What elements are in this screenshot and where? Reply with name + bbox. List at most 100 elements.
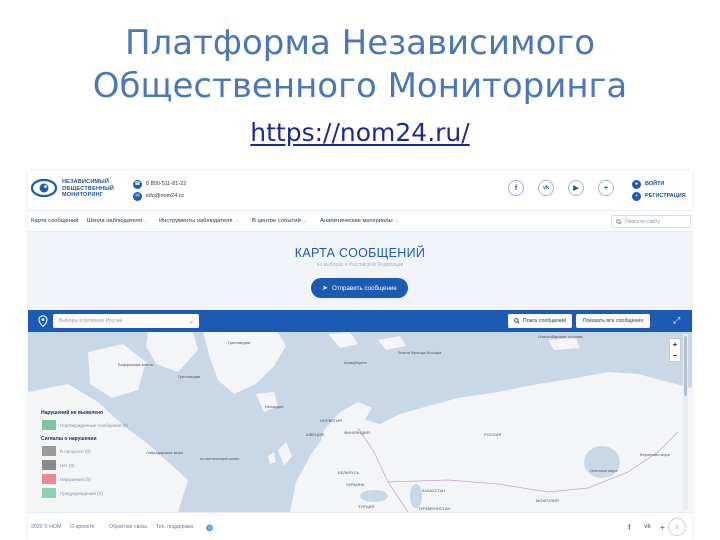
nav-item-events[interactable]: В центре событий ⌄ bbox=[252, 218, 307, 224]
zoom-out-button[interactable]: − bbox=[673, 351, 678, 360]
map-legend: Нарушений не выявлено Подтвержденные соо… bbox=[36, 404, 164, 508]
chevron-down-icon: ⌄ bbox=[394, 218, 399, 224]
legend-swatch bbox=[42, 446, 56, 456]
legend-row[interactable]: Нет (0) bbox=[42, 460, 74, 470]
register-label: РЕГИСТРАЦИЯ bbox=[645, 193, 686, 199]
search-placeholder: Поиск по сайту bbox=[625, 218, 661, 225]
map-label-new-siberian: Новосибирские острова bbox=[538, 334, 583, 339]
footer-link-feedback[interactable]: Обратная связь bbox=[109, 524, 147, 530]
search-messages-button[interactable]: Поиск сообщений bbox=[508, 314, 572, 328]
map-label-bering: Берингово море bbox=[640, 452, 670, 457]
nav-item-school[interactable]: Школа наблюдателя ⌄ bbox=[87, 218, 148, 224]
expand-icon[interactable]: ⤢ bbox=[673, 315, 680, 326]
slide-title-line1: Платформа Независимого bbox=[124, 23, 596, 63]
legend-swatch bbox=[42, 488, 56, 498]
chevron-down-icon: ⌄ bbox=[143, 218, 149, 224]
map-label-atlantic: Атлантический океан bbox=[200, 456, 240, 461]
login-link[interactable]: ● ВОЙТИ bbox=[632, 179, 664, 189]
search-icon bbox=[616, 218, 622, 225]
location-pin-icon[interactable] bbox=[38, 315, 48, 327]
site-search-input[interactable]: Поиск по сайту bbox=[611, 215, 691, 228]
plus-icon[interactable]: + bbox=[660, 523, 665, 532]
login-label: ВОЙТИ bbox=[645, 181, 665, 187]
user-icon: ● bbox=[632, 179, 641, 189]
paper-plane-icon: ➤ bbox=[322, 285, 329, 292]
map-label-belarus: БЕЛАРУСЬ bbox=[338, 470, 360, 475]
nav-item-analytics[interactable]: Аналитические материалы ⌄ bbox=[320, 218, 399, 224]
send-message-label: Отправить сообщение bbox=[332, 284, 397, 292]
map-label-kazakhstan: КАЗАХСТАН bbox=[422, 488, 446, 493]
vk-icon[interactable]: vk bbox=[644, 524, 651, 530]
footer-link-about[interactable]: О проекте bbox=[70, 524, 94, 530]
eye-logo-icon[interactable] bbox=[31, 178, 57, 198]
youtube-icon[interactable]: ▶ bbox=[568, 180, 584, 196]
search-icon bbox=[514, 318, 520, 324]
footer-link-support[interactable]: Тех. поддержка bbox=[156, 524, 193, 530]
facebook-icon[interactable]: f bbox=[508, 180, 524, 196]
nav-item-tools[interactable]: Инструменты наблюдателя ⌄ bbox=[159, 218, 239, 224]
nav-item-label: Школа наблюдателя bbox=[87, 218, 142, 224]
legend-heading-signals: Сигналы о нарушении bbox=[41, 436, 97, 442]
map-scrollbar[interactable] bbox=[683, 334, 688, 510]
vk-icon[interactable]: vk bbox=[538, 180, 554, 196]
map-label-svalbard: Шпицберген bbox=[344, 360, 367, 365]
legend-row[interactable]: Предупреждения (0) bbox=[42, 488, 103, 498]
site-url-link[interactable]: https://nom24.ru/ bbox=[250, 118, 469, 147]
logo-text[interactable]: НЕЗАВИСИМЫЙ ОБЩЕСТВЕННЫЙ МОНИТОРИНГ bbox=[62, 179, 132, 199]
slide-title-line2: Общественного Мониторинга bbox=[92, 66, 628, 106]
map-toolbar: Выборы в регионах России ⌄ Поиск сообщен… bbox=[28, 310, 692, 332]
mail-icon: ✉ bbox=[133, 191, 142, 201]
legend-row[interactable]: В процессе (0) bbox=[42, 446, 90, 456]
facebook-icon[interactable]: f bbox=[628, 523, 631, 532]
region-select[interactable]: Выборы в регионах России ⌄ bbox=[53, 314, 199, 328]
register-link[interactable]: + РЕГИСТРАЦИЯ bbox=[632, 191, 686, 201]
website-screenshot: НЕЗАВИСИМЫЙ ОБЩЕСТВЕННЫЙ МОНИТОРИНГ ☎ 8 … bbox=[28, 170, 692, 540]
register-icon: + bbox=[632, 191, 641, 201]
map-label-ukraine: УКРАИНА bbox=[346, 482, 365, 487]
slide-title: Платформа Независимого Общественного Мон… bbox=[0, 22, 720, 108]
map-label-sweden: ШВЕЦИЯ bbox=[306, 432, 324, 437]
messages-map[interactable]: Гренландия Шпицберген Земля Франца-Иосиф… bbox=[28, 332, 692, 512]
map-label-baffin: Баффинова земля bbox=[118, 362, 153, 367]
scroll-up-button[interactable]: ↑ bbox=[668, 518, 686, 536]
map-label-franz-josef: Земля Франца-Иосифа bbox=[398, 350, 442, 355]
map-label-iceland: Исландия bbox=[265, 404, 284, 409]
map-label-turkmenistan: ТУРКМЕНИСТАН bbox=[418, 506, 451, 511]
legend-label: Предупреждения (0) bbox=[60, 490, 103, 496]
chevron-down-icon: ⌄ bbox=[188, 318, 194, 325]
phone-contact[interactable]: ☎ 8 800-511-81-22 bbox=[133, 179, 186, 189]
globe-icon[interactable]: ◍ bbox=[206, 523, 213, 532]
legend-heading-none: Нарушений не выявлено bbox=[41, 410, 104, 416]
region-select-value: Выборы в регионах России bbox=[59, 318, 123, 324]
legend-row[interactable]: Подтвержденные сообщения (0) bbox=[42, 420, 128, 430]
phone-icon: ☎ bbox=[133, 179, 142, 189]
nav-item-map[interactable]: Карта сообщений bbox=[31, 218, 78, 224]
legend-row[interactable]: Нарушения (0) bbox=[42, 474, 91, 484]
arrow-up-icon: ↑ bbox=[675, 522, 679, 532]
chevron-down-icon: ⌄ bbox=[302, 218, 307, 224]
site-footer: 2020 © НОМ О проекте Обратная связь Тех.… bbox=[28, 512, 692, 540]
footer-copyright: 2020 © НОМ bbox=[31, 524, 62, 530]
main-nav: Карта сообщений Школа наблюдателя ⌄ Инстр… bbox=[28, 210, 692, 232]
legend-label: В процессе (0) bbox=[60, 448, 91, 454]
legend-swatch bbox=[42, 474, 56, 484]
legend-swatch bbox=[42, 420, 56, 430]
slide-url-container: https://nom24.ru/ bbox=[0, 118, 720, 147]
legend-label: Нарушения (0) bbox=[60, 476, 91, 482]
send-message-button[interactable]: ➤ Отправить сообщение bbox=[311, 278, 408, 298]
site-header: НЕЗАВИСИМЫЙ ОБЩЕСТВЕННЫЙ МОНИТОРИНГ ☎ 8 … bbox=[28, 170, 692, 210]
zoom-in-button[interactable]: + bbox=[673, 340, 678, 349]
email-address: info@nom24.ru bbox=[146, 193, 184, 199]
map-label-greenland-sea: Гренландия bbox=[178, 374, 201, 379]
map-label-greenland: Гренландия bbox=[228, 340, 251, 345]
nav-item-label: Карта сообщений bbox=[31, 218, 79, 224]
phone-number: 8 800-511-81-22 bbox=[146, 181, 187, 187]
map-label-russia: РОССИЯ bbox=[484, 432, 502, 437]
email-contact[interactable]: ✉ info@nom24.ru bbox=[133, 191, 184, 201]
show-all-messages-button[interactable]: Показать все сообщения bbox=[576, 314, 650, 328]
scrollbar-thumb[interactable] bbox=[684, 336, 687, 396]
show-all-messages-label: Показать все сообщения bbox=[582, 318, 644, 324]
plus-icon[interactable]: + bbox=[598, 180, 614, 196]
legend-swatch bbox=[42, 460, 56, 470]
hero-section: КАРТА СООБЩЕНИЙ на выборах в Российской … bbox=[28, 232, 692, 310]
